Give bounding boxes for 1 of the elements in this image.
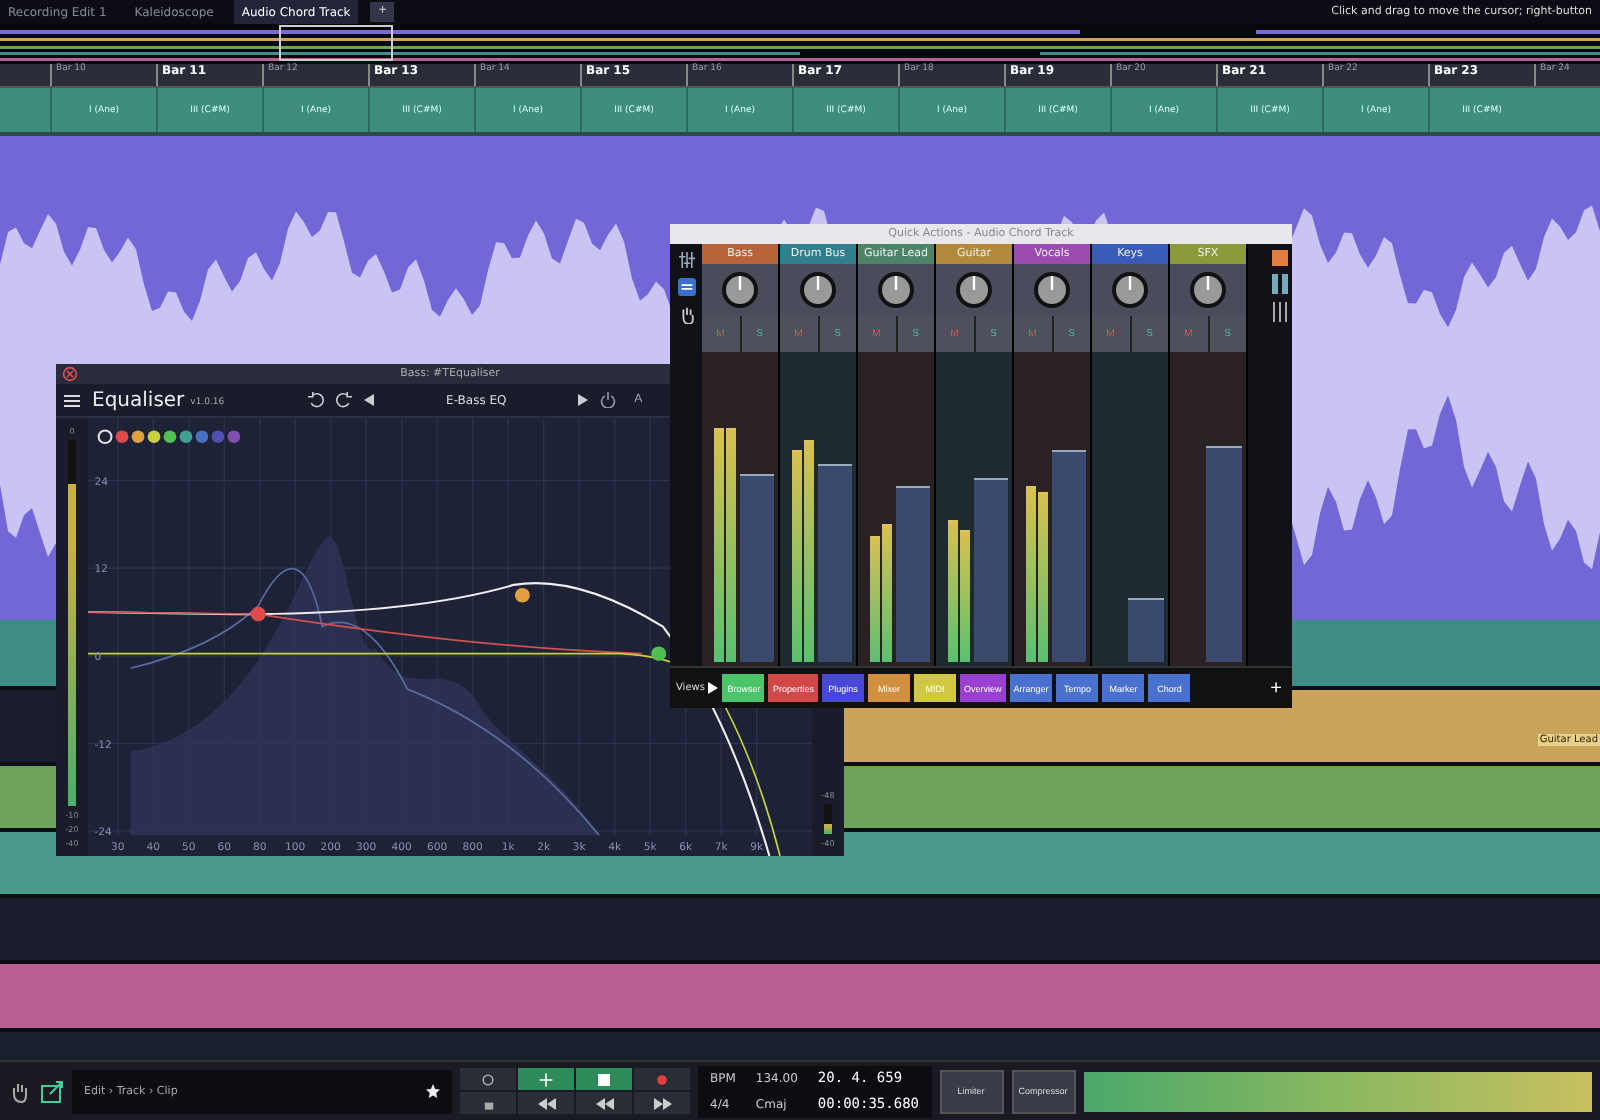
plugin-name: Equaliser — [92, 389, 185, 411]
